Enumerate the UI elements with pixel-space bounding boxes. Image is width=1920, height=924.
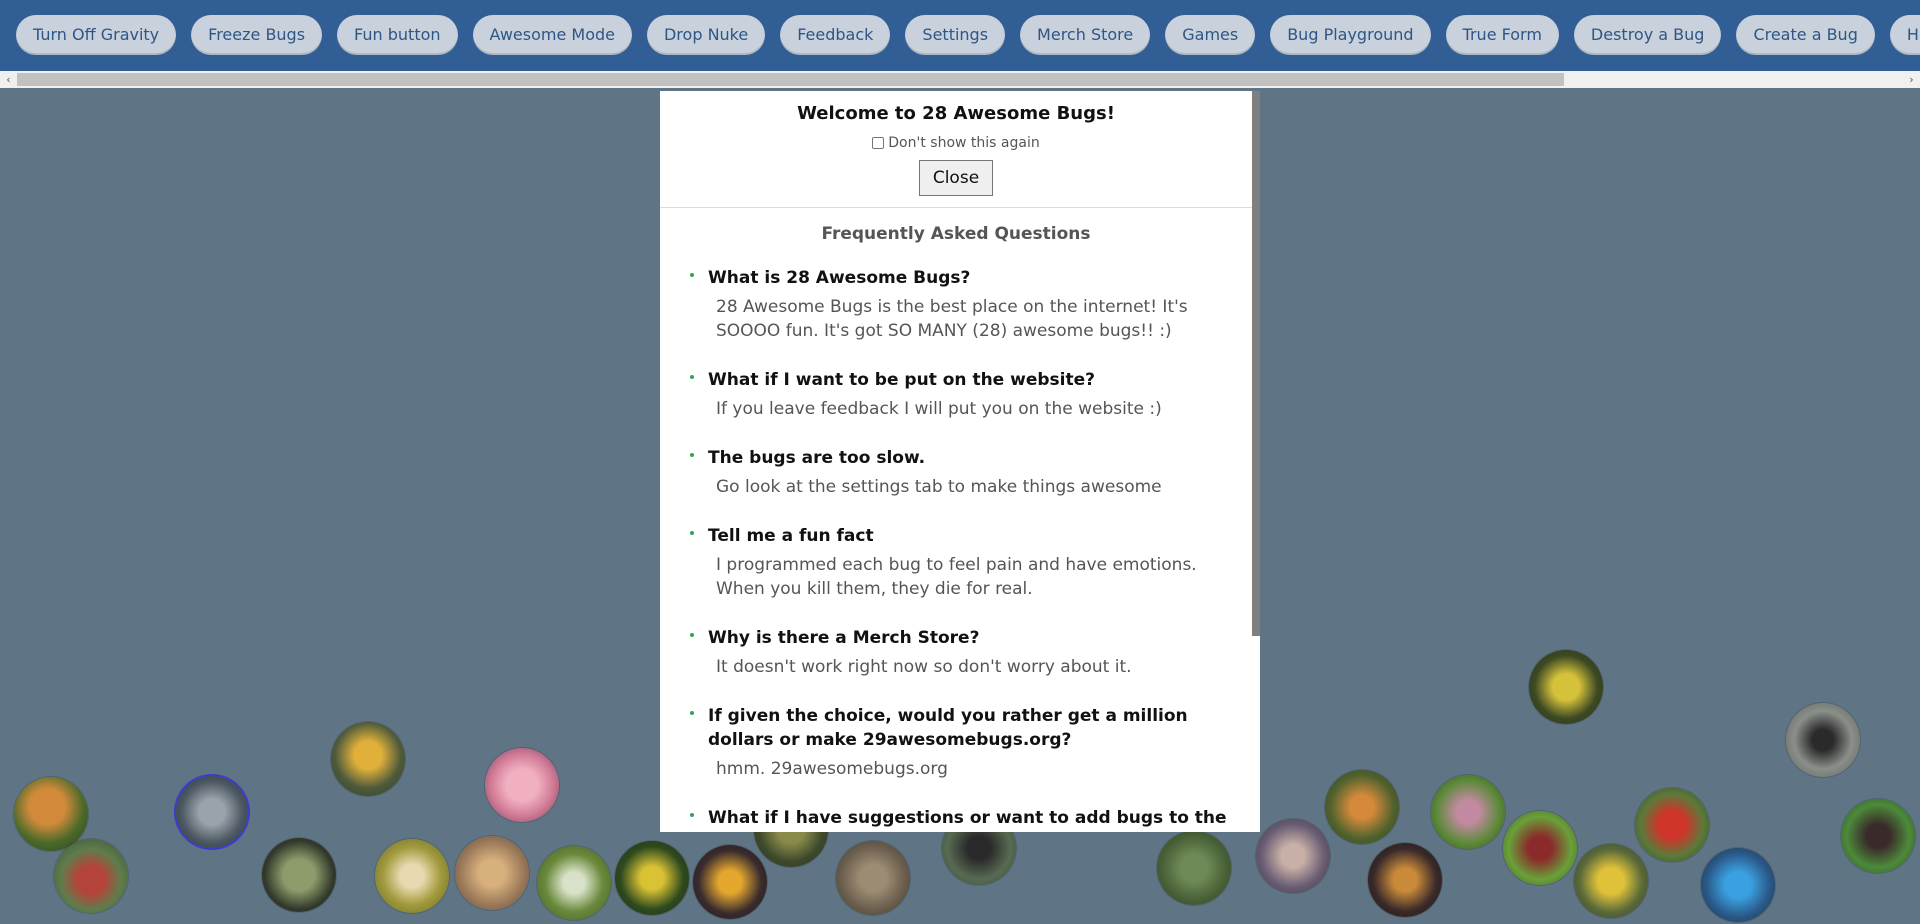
bullet-icon (690, 633, 694, 637)
faq-item: The bugs are too slow. Go look at the se… (690, 446, 1230, 499)
faq-item: What if I have suggestions or want to ad… (690, 806, 1230, 832)
faq-answer: Go look at the settings tab to make thin… (716, 477, 1162, 497)
modal-title: Welcome to 28 Awesome Bugs! (797, 103, 1115, 124)
faq-item: If given the choice, would you rather ge… (690, 704, 1230, 781)
dont-show-row: Don't show this again (660, 135, 1252, 151)
bullet-icon (690, 375, 694, 379)
bullet-icon (690, 531, 694, 535)
bug[interactable] (54, 839, 128, 913)
faq-answer: hmm. 29awesomebugs.org (716, 759, 948, 779)
faq-item: Tell me a fun fact I programmed each bug… (690, 524, 1230, 601)
feedback-button[interactable]: Feedback (780, 15, 891, 55)
fun-button[interactable]: Fun button (337, 15, 458, 55)
bug[interactable] (693, 845, 767, 919)
faq-question: If given the choice, would you rather ge… (708, 706, 1188, 750)
bug-playground-button[interactable]: Bug Playground (1270, 15, 1431, 55)
bug[interactable] (1786, 703, 1860, 777)
bullet-icon (690, 273, 694, 277)
bug[interactable] (331, 722, 405, 796)
faq-question: Why is there a Merch Store? (708, 628, 980, 648)
freeze-bugs-button[interactable]: Freeze Bugs (191, 15, 323, 55)
bug[interactable] (1431, 775, 1505, 849)
drop-nuke-button[interactable]: Drop Nuke (646, 15, 766, 55)
create-a-bug-button[interactable]: Create a Bug (1736, 15, 1875, 55)
faq-item: What is 28 Awesome Bugs? 28 Awesome Bugs… (690, 266, 1230, 343)
bug[interactable] (1368, 843, 1442, 917)
scrollbar-thumb[interactable] (17, 73, 1564, 86)
bullet-icon (690, 813, 694, 817)
faq-question: What is 28 Awesome Bugs? (708, 268, 971, 288)
bug[interactable] (1701, 848, 1775, 922)
bug[interactable] (1635, 788, 1709, 862)
bug[interactable] (537, 846, 611, 920)
merch-store-button[interactable]: Merch Store (1020, 15, 1151, 55)
bug[interactable] (375, 839, 449, 913)
bug[interactable] (485, 748, 559, 822)
scroll-left-arrow-icon[interactable]: ‹ (0, 71, 17, 88)
bug[interactable] (1157, 831, 1231, 905)
faq-question: What if I have suggestions or want to ad… (708, 808, 1227, 828)
bug[interactable] (1503, 811, 1577, 885)
faq-list: What is 28 Awesome Bugs? 28 Awesome Bugs… (690, 266, 1230, 832)
bug[interactable] (615, 841, 689, 915)
bug[interactable] (1841, 799, 1915, 873)
bug[interactable] (1325, 770, 1399, 844)
close-button[interactable]: Close (919, 160, 993, 196)
faq-answer: I programmed each bug to feel pain and h… (716, 555, 1197, 599)
welcome-modal: Welcome to 28 Awesome Bugs! Don't show t… (660, 91, 1260, 832)
faq-answer: 28 Awesome Bugs is the best place on the… (716, 297, 1188, 341)
faq-answer: It doesn't work right now so don't worry… (716, 657, 1132, 677)
horizontal-scrollbar[interactable]: ‹ › (0, 71, 1920, 88)
modal-scroll-thumb[interactable] (1252, 91, 1260, 636)
bug[interactable] (1529, 650, 1603, 724)
dont-show-label[interactable]: Don't show this again (888, 135, 1039, 151)
faq-question: The bugs are too slow. (708, 448, 926, 468)
haters-button[interactable]: Haters (1889, 15, 1920, 55)
faq-item: What if I want to be put on the website?… (690, 368, 1230, 421)
destroy-a-bug-button[interactable]: Destroy a Bug (1573, 15, 1722, 55)
faq-question: Tell me a fun fact (708, 526, 874, 546)
awesome-mode-button[interactable]: Awesome Mode (472, 15, 632, 55)
bullet-icon (690, 453, 694, 457)
faq-title: Frequently Asked Questions (821, 224, 1091, 244)
true-form-button[interactable]: True Form (1445, 15, 1559, 55)
bug[interactable] (176, 776, 248, 848)
bug[interactable] (1256, 819, 1330, 893)
toolbar-buttons: Turn Off Gravity Freeze Bugs Fun button … (16, 15, 1920, 55)
faq-answer: If you leave feedback I will put you on … (716, 399, 1162, 419)
turn-off-gravity-button[interactable]: Turn Off Gravity (16, 15, 177, 55)
dont-show-checkbox[interactable] (872, 137, 885, 149)
bug[interactable] (455, 836, 529, 910)
modal-header: Welcome to 28 Awesome Bugs! Don't show t… (660, 91, 1252, 208)
games-button[interactable]: Games (1165, 15, 1256, 55)
bug[interactable] (836, 841, 910, 915)
toolbar: Turn Off Gravity Freeze Bugs Fun button … (0, 0, 1920, 71)
bug[interactable] (1574, 844, 1648, 918)
settings-button[interactable]: Settings (905, 15, 1006, 55)
bug[interactable] (14, 777, 88, 851)
bullet-icon (690, 711, 694, 715)
scroll-right-arrow-icon[interactable]: › (1903, 71, 1920, 88)
bug[interactable] (262, 838, 336, 912)
faq-question: What if I want to be put on the website? (708, 370, 1095, 390)
faq-item: Why is there a Merch Store? It doesn't w… (690, 626, 1230, 679)
modal-scrollbar[interactable] (1252, 91, 1260, 832)
